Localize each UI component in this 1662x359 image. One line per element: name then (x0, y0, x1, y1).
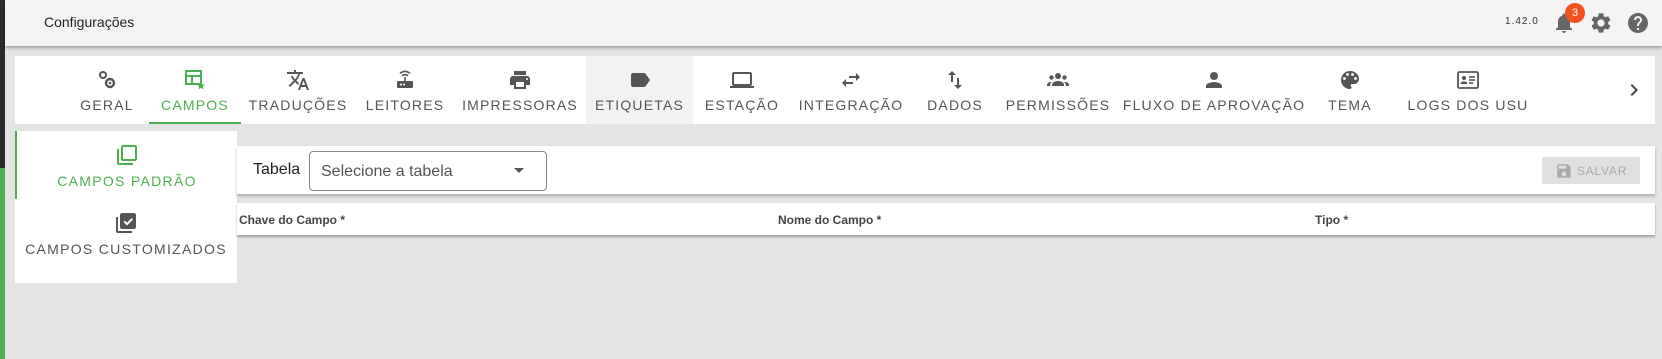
save-icon (1557, 163, 1571, 178)
people-icon (1046, 68, 1070, 92)
tab-label: ETIQUETAS (594, 97, 685, 113)
help-icon[interactable] (1626, 11, 1650, 35)
tab-label: PERMISSÕES (1005, 97, 1111, 113)
tab-logs-dos-usuarios[interactable]: LOGS DOS USU (1393, 56, 1543, 124)
tab-label: IMPRESSORAS (462, 97, 578, 113)
import-export-icon (943, 68, 967, 92)
tab-label: CAMPOS (161, 97, 229, 113)
save-button[interactable]: SALVAR (1542, 157, 1640, 184)
save-label: SALVAR (1576, 163, 1628, 178)
table-edit-icon (183, 68, 207, 92)
id-card-icon (1456, 68, 1480, 92)
tab-label: LEITORES (365, 97, 445, 113)
tab-label: FLUXO DE APROVAÇÃO (1122, 97, 1306, 113)
tab-etiquetas[interactable]: ETIQUETAS (586, 56, 693, 124)
tab-label: TRADUÇÕES (248, 97, 348, 113)
tab-campos[interactable]: CAMPOS (149, 56, 241, 124)
side-item-campos-padrao[interactable]: CAMPOS PADRÃO (15, 131, 237, 199)
tab-integracao[interactable]: INTEGRAÇÃO (799, 56, 902, 124)
router-icon (393, 68, 417, 92)
tab-label: ESTAÇÃO (704, 97, 780, 113)
tab-label: GERAL (80, 97, 134, 113)
tab-estacao[interactable]: ESTAÇÃO (704, 56, 780, 124)
column-header-tipo[interactable]: Tipo * (1315, 213, 1348, 227)
side-item-label: CAMPOS PADRÃO (57, 173, 197, 189)
gear-icon[interactable] (1589, 11, 1613, 35)
tab-fluxo-de-aprovacao[interactable]: FLUXO DE APROVAÇÃO (1123, 56, 1304, 124)
tab-dados[interactable]: DADOS (927, 56, 983, 124)
palette-icon (1338, 68, 1362, 92)
column-header-chave[interactable]: Chave do Campo * (239, 213, 345, 227)
notification-badge: 3 (1565, 3, 1585, 23)
tab-impressoras[interactable]: IMPRESSORAS (462, 56, 577, 124)
person-icon (1202, 68, 1226, 92)
dropdown-arrow-icon (514, 168, 524, 173)
swap-horiz-icon (839, 68, 863, 92)
tab-traducoes[interactable]: TRADUÇÕES (249, 56, 346, 124)
left-accent-bar (0, 168, 5, 359)
chevron-right-icon[interactable] (1622, 78, 1646, 102)
side-item-campos-customizados[interactable]: CAMPOS CUSTOMIZADOS (15, 199, 237, 267)
printer-icon (508, 68, 532, 92)
top-app-bar: Configurações 1.42.0 3 (5, 0, 1662, 46)
tab-label: TEMA (1328, 97, 1372, 113)
tab-label: LOGS DOS USU (1407, 97, 1529, 113)
translate-icon (286, 68, 310, 92)
tab-geral[interactable]: GERAL (80, 56, 134, 124)
tab-leitores[interactable]: LEITORES (366, 56, 443, 124)
library-check-icon (116, 213, 136, 233)
side-item-label: CAMPOS CUSTOMIZADOS (25, 241, 227, 257)
page-title: Configurações (44, 14, 135, 30)
fields-table-header: Chave do Campo * Nome do Campo * Tipo * (237, 203, 1655, 235)
table-select-label: Tabela (253, 161, 301, 178)
fields-side-menu: CAMPOS PADRÃO CAMPOS CUSTOMIZADOS (15, 131, 237, 283)
table-select-placeholder: Selecione a tabela (321, 163, 453, 180)
laptop-icon (730, 68, 754, 92)
library-icon (117, 145, 137, 165)
version-label: 1.42.0 (1505, 16, 1539, 27)
tab-label: DADOS (927, 97, 983, 113)
settings-tabs: GERAL CAMPOS TRADUÇÕES LEITORES IMPRESSO… (15, 56, 1655, 124)
tab-tema[interactable]: TEMA (1328, 56, 1372, 124)
tab-label: INTEGRAÇÃO (798, 97, 904, 113)
label-icon (628, 68, 652, 92)
table-toolbar: Tabela Selecione a tabela SALVAR (237, 146, 1655, 194)
column-header-nome[interactable]: Nome do Campo * (778, 213, 881, 227)
table-select[interactable]: Selecione a tabela (309, 151, 547, 191)
tab-permissoes[interactable]: PERMISSÕES (1006, 56, 1109, 124)
gears-icon (95, 68, 119, 92)
